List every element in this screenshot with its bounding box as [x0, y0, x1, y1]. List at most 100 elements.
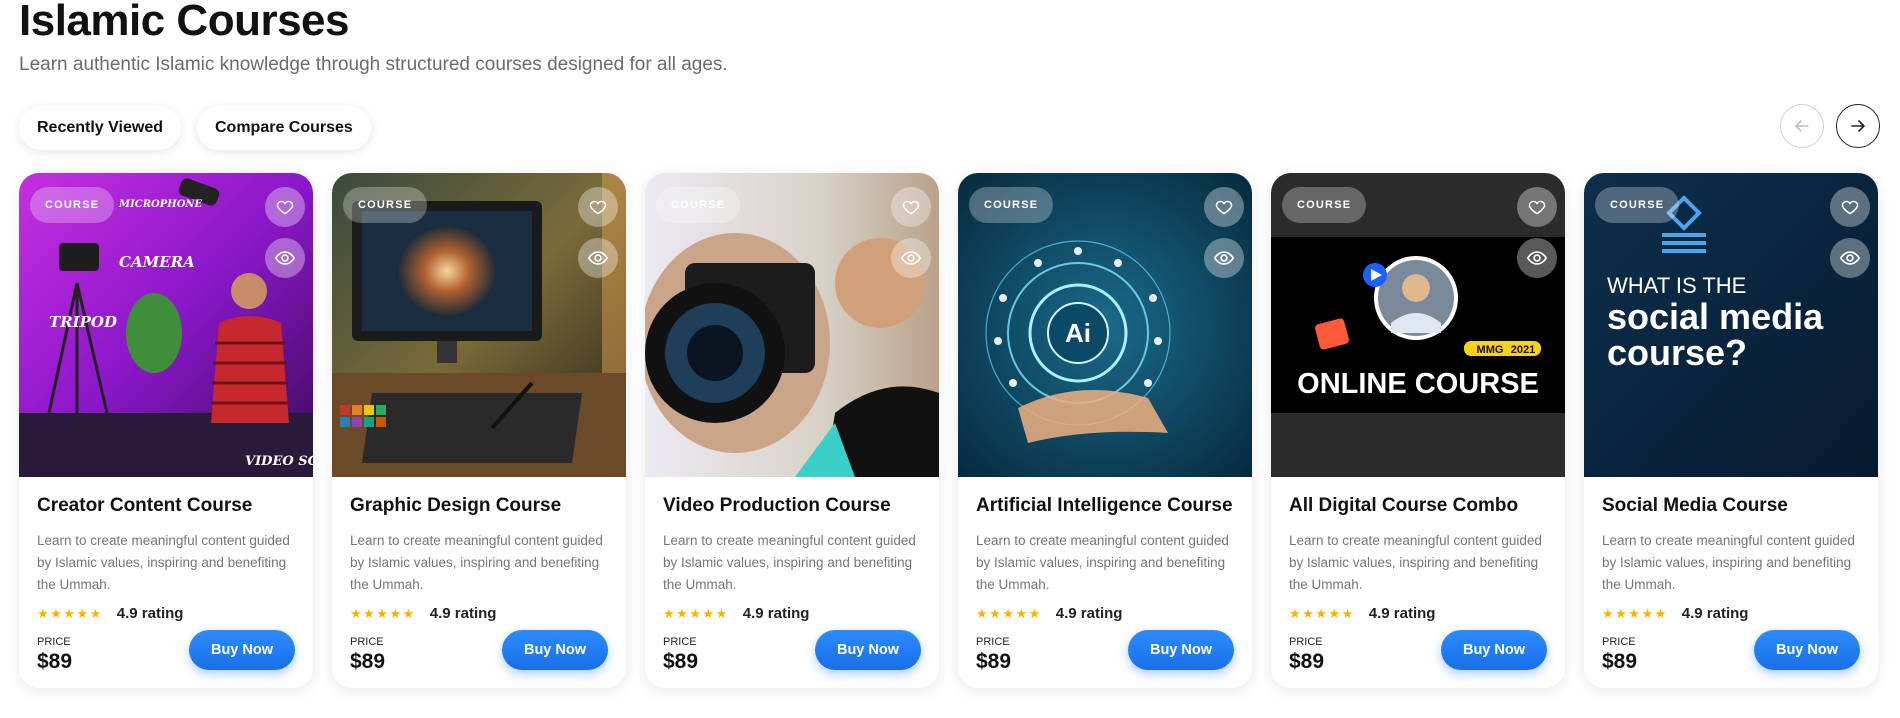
course-description: Learn to create meaningful content guide… — [1602, 533, 1855, 592]
star-rating-icon: ★★★★★ — [1289, 605, 1355, 621]
carousel-next-button[interactable] — [1836, 104, 1880, 148]
course-card[interactable]: MICROPHONE CAMERA TRIPOD VIDEO SCRIPT CO… — [19, 173, 313, 688]
buy-now-button[interactable]: Buy Now — [1753, 630, 1860, 670]
price-row: PRICE $89 Buy Now — [350, 630, 608, 674]
recently-viewed-button[interactable]: Recently Viewed — [19, 106, 181, 150]
heart-icon — [1528, 200, 1546, 215]
price-value: $89 — [976, 650, 1012, 673]
quick-view-button[interactable] — [578, 238, 618, 278]
price-label: PRICE — [976, 636, 1010, 648]
star-rating-icon: ★★★★★ — [976, 605, 1042, 621]
course-title: Artificial Intelligence Course — [976, 495, 1233, 516]
course-card[interactable]: Ai COURSE Artificial Intelligence Course… — [958, 173, 1252, 688]
course-badge: COURSE — [343, 187, 428, 223]
price-row: PRICE $89 Buy Now — [1289, 630, 1547, 674]
course-badge: COURSE — [656, 187, 741, 223]
course-card[interactable]: MMG 2021 ONLINE COURSE COURSE All Digita… — [1271, 173, 1565, 688]
course-image-artificial-intelligence: Ai COURSE — [958, 173, 1252, 477]
price-value: $89 — [350, 650, 386, 673]
arrow-left-icon — [1795, 120, 1809, 132]
course-carousel: MICROPHONE CAMERA TRIPOD VIDEO SCRIPT CO… — [19, 173, 1878, 688]
quick-view-button[interactable] — [265, 238, 305, 278]
card-body: Video Production Course Learn to create … — [645, 495, 939, 674]
course-badge: COURSE — [1595, 187, 1680, 223]
heart-icon — [276, 200, 294, 215]
rating-row: ★★★★★ 4.9 rating — [350, 605, 608, 622]
rating-text: 4.9 rating — [116, 605, 184, 622]
favorite-button[interactable] — [265, 187, 305, 227]
rating-text: 4.9 rating — [1055, 605, 1123, 622]
course-image-graphic-design: COURSE — [332, 173, 626, 477]
course-description: Learn to create meaningful content guide… — [1289, 533, 1542, 592]
favorite-button[interactable] — [1830, 187, 1870, 227]
quick-view-button[interactable] — [1517, 238, 1557, 278]
course-description: Learn to create meaningful content guide… — [37, 533, 290, 592]
buy-now-button[interactable]: Buy Now — [1127, 630, 1234, 670]
card-body: Creator Content Course Learn to create m… — [19, 495, 313, 674]
buy-now-button[interactable]: Buy Now — [814, 630, 921, 670]
quick-view-button[interactable] — [1204, 238, 1244, 278]
rating-row: ★★★★★ 4.9 rating — [663, 605, 921, 622]
card-body: All Digital Course Combo Learn to create… — [1271, 495, 1565, 674]
eye-icon — [1213, 251, 1235, 265]
rating-text: 4.9 rating — [1681, 605, 1749, 622]
course-description: Learn to create meaningful content guide… — [350, 533, 603, 592]
course-image-digital-combo: MMG 2021 ONLINE COURSE COURSE — [1271, 173, 1565, 477]
eye-icon — [900, 251, 922, 265]
rating-text: 4.9 rating — [429, 605, 497, 622]
price-label: PRICE — [37, 636, 71, 648]
page-subtitle: Learn authentic Islamic knowledge throug… — [19, 54, 728, 75]
card-body: Social Media Course Learn to create mean… — [1584, 495, 1878, 674]
quick-view-button[interactable] — [891, 238, 931, 278]
star-rating-icon: ★★★★★ — [1602, 605, 1668, 621]
heart-icon — [902, 200, 920, 215]
quick-view-button[interactable] — [1830, 238, 1870, 278]
heart-icon — [589, 200, 607, 215]
course-image-creator-content: MICROPHONE CAMERA TRIPOD VIDEO SCRIPT CO… — [19, 173, 313, 477]
favorite-button[interactable] — [1204, 187, 1244, 227]
course-title: Creator Content Course — [37, 495, 253, 516]
buy-now-button[interactable]: Buy Now — [501, 630, 608, 670]
buy-now-button[interactable]: Buy Now — [188, 630, 295, 670]
price-row: PRICE $89 Buy Now — [1602, 630, 1860, 674]
price-row: PRICE $89 Buy Now — [37, 630, 295, 674]
favorite-button[interactable] — [891, 187, 931, 227]
eye-icon — [274, 251, 296, 265]
eye-icon — [1839, 251, 1861, 265]
price-value: $89 — [663, 650, 699, 673]
price-value: $89 — [1289, 650, 1325, 673]
course-badge: COURSE — [30, 187, 115, 223]
star-rating-icon: ★★★★★ — [37, 605, 103, 621]
course-card[interactable]: COURSE Graphic Design Course Learn to cr… — [332, 173, 626, 688]
carousel-prev-button[interactable] — [1780, 104, 1824, 148]
card-body: Artificial Intelligence Course Learn to … — [958, 495, 1252, 674]
price-row: PRICE $89 Buy Now — [663, 630, 921, 674]
star-rating-icon: ★★★★★ — [350, 605, 416, 621]
rating-row: ★★★★★ 4.9 rating — [976, 605, 1234, 622]
course-title: Social Media Course — [1602, 495, 1788, 516]
course-card[interactable]: COURSE Video Production Course Learn to … — [645, 173, 939, 688]
rating-row: ★★★★★ 4.9 rating — [1602, 605, 1860, 622]
favorite-button[interactable] — [1517, 187, 1557, 227]
course-image-video-production: COURSE — [645, 173, 939, 477]
course-card[interactable]: WHAT IS THE social media course? COURSE … — [1584, 173, 1878, 688]
buy-now-button[interactable]: Buy Now — [1440, 630, 1547, 670]
price-label: PRICE — [663, 636, 697, 648]
price-label: PRICE — [1602, 636, 1636, 648]
filter-row: Recently Viewed Compare Courses — [19, 106, 371, 150]
favorite-button[interactable] — [578, 187, 618, 227]
course-image-social-media: WHAT IS THE social media course? COURSE — [1584, 173, 1878, 477]
price-value: $89 — [1602, 650, 1638, 673]
heart-icon — [1215, 200, 1233, 215]
heart-icon — [1841, 200, 1859, 215]
course-badge: COURSE — [1282, 187, 1367, 223]
rating-row: ★★★★★ 4.9 rating — [1289, 605, 1547, 622]
carousel-nav — [1780, 104, 1880, 148]
page-title: Islamic Courses — [19, 0, 350, 45]
price-label: PRICE — [1289, 636, 1323, 648]
course-title: Video Production Course — [663, 495, 891, 516]
star-rating-icon: ★★★★★ — [663, 605, 729, 621]
rating-text: 4.9 rating — [742, 605, 810, 622]
rating-row: ★★★★★ 4.9 rating — [37, 605, 295, 622]
compare-courses-button[interactable]: Compare Courses — [196, 106, 371, 150]
